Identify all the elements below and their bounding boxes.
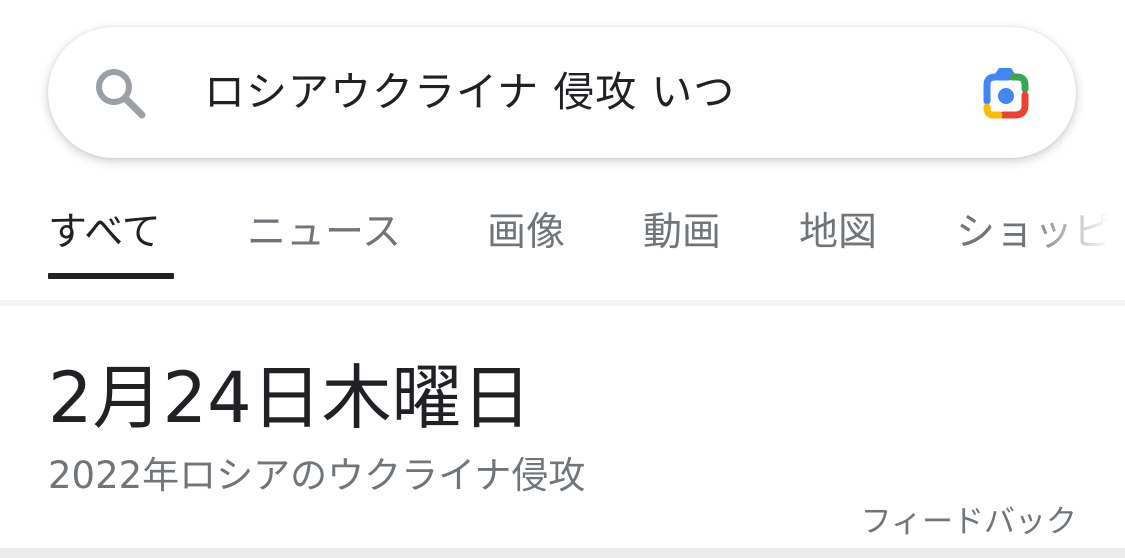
tab-videos[interactable]: 動画 [643, 208, 721, 258]
search-tabs: すべて ニュース 画像 動画 地図 ショッピ [0, 190, 1125, 300]
search-bar[interactable]: ロシアウクライナ 侵攻 いつ [48, 27, 1076, 158]
tab-shopping[interactable]: ショッピ [956, 208, 1112, 258]
feedback-link[interactable]: フィードバック [861, 502, 1077, 542]
google-lens-icon[interactable] [973, 65, 1035, 121]
answer-date: 2月24日木曜日 [48, 357, 532, 439]
active-tab-indicator [48, 273, 174, 279]
search-input[interactable]: ロシアウクライナ 侵攻 いつ [204, 62, 735, 122]
bottom-divider [0, 548, 1125, 558]
section-divider [0, 300, 1125, 306]
tab-all[interactable]: すべて [48, 208, 161, 258]
search-icon[interactable] [90, 63, 150, 123]
tab-images[interactable]: 画像 [487, 208, 565, 258]
answer-subtitle: 2022年ロシアのウクライナ侵攻 [48, 454, 586, 497]
tab-maps[interactable]: 地図 [799, 208, 877, 258]
tab-news[interactable]: ニュース [247, 208, 401, 258]
